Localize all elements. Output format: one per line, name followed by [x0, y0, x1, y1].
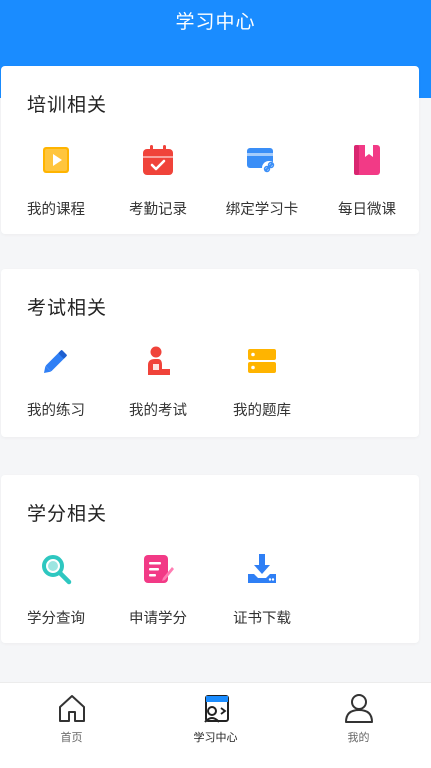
- tab-home[interactable]: 首页: [0, 683, 143, 768]
- exam-person-icon: [140, 343, 176, 379]
- edit-form-icon: [140, 551, 176, 587]
- item-label: 考勤记录: [129, 202, 187, 218]
- card-link-icon: [244, 142, 280, 178]
- search-icon: [38, 551, 74, 587]
- exam-section-card: 考试相关 我的练习 我的考试 我的题库: [1, 269, 419, 437]
- item-label: 绑定学习卡: [225, 202, 299, 218]
- item-label: 我的考试: [129, 403, 187, 419]
- tab-mine[interactable]: 我的: [287, 683, 430, 768]
- tab-label: 学习中心: [193, 731, 238, 744]
- download-icon: [244, 551, 280, 587]
- video-play-icon: [38, 142, 74, 178]
- section-title: 考试相关: [27, 297, 108, 319]
- item-label: 我的课程: [27, 202, 85, 218]
- tab-label: 我的: [347, 731, 370, 744]
- calendar-check-icon: [140, 142, 176, 178]
- user-icon: [342, 691, 376, 725]
- study-center-icon: [199, 691, 233, 725]
- section-title: 培训相关: [27, 94, 108, 116]
- section-title: 学分相关: [27, 503, 108, 525]
- bookmark-book-icon: [349, 142, 385, 178]
- credit-section-card: 学分相关 学分查询 申请学分 证书下载: [1, 475, 419, 643]
- tab-study-center[interactable]: 学习中心: [144, 683, 287, 768]
- page-title: 学习中心: [175, 11, 256, 33]
- home-icon: [55, 691, 89, 725]
- item-label: 每日微课: [338, 202, 396, 218]
- tab-label: 首页: [60, 731, 83, 744]
- item-label: 申请学分: [129, 611, 187, 627]
- item-label: 证书下载: [233, 611, 291, 627]
- bottom-tab-bar: 首页 学习中心 我的: [0, 682, 431, 768]
- pencil-icon: [38, 343, 74, 379]
- question-bank-icon: [244, 343, 280, 379]
- item-label: 我的题库: [233, 403, 291, 419]
- item-label: 我的练习: [27, 403, 85, 419]
- training-section-card: 培训相关 我的课程 考勤记录 绑定学习卡 每日微课: [1, 66, 419, 234]
- item-label: 学分查询: [27, 611, 85, 627]
